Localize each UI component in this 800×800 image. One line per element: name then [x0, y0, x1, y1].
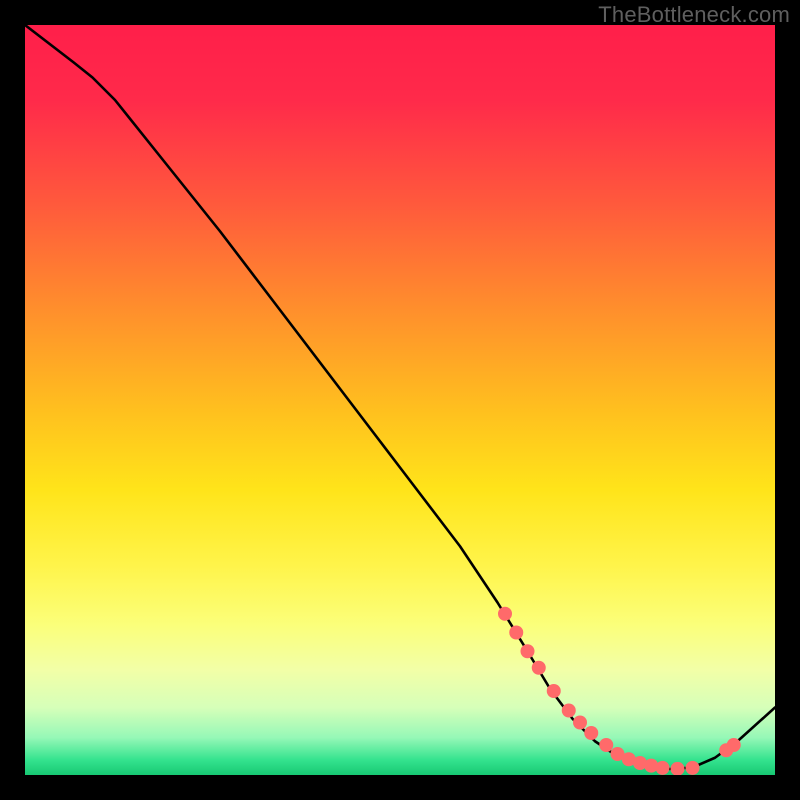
- curve-dot: [656, 761, 670, 775]
- curve-dot: [532, 661, 546, 675]
- chart-svg: [25, 25, 775, 775]
- curve-dot: [573, 716, 587, 730]
- curve-dot: [498, 607, 512, 621]
- curve-dot: [521, 644, 535, 658]
- watermark-text: TheBottleneck.com: [598, 2, 790, 28]
- curve-dot: [671, 762, 685, 775]
- curve-dot: [547, 684, 561, 698]
- curve-dot: [727, 738, 741, 752]
- highlight-dots: [498, 607, 741, 775]
- plot-area: [25, 25, 775, 775]
- curve-dot: [584, 726, 598, 740]
- bottleneck-curve: [25, 25, 775, 769]
- curve-dot: [562, 704, 576, 718]
- chart-container: TheBottleneck.com: [0, 0, 800, 800]
- curve-dot: [686, 761, 700, 775]
- curve-dot: [599, 738, 613, 752]
- curve-dot: [509, 626, 523, 640]
